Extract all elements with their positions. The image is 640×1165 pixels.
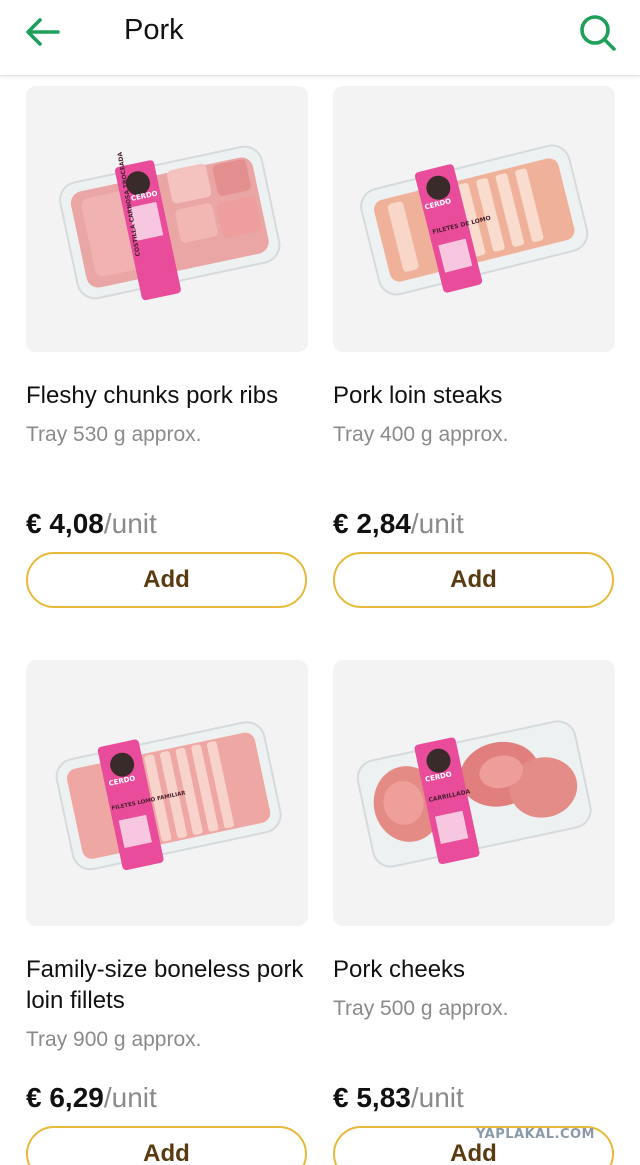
product-image[interactable]: COSTILLA CARNOSA TROCEADA CERDO — [26, 86, 308, 352]
product-weight: Tray 500 g approx. — [333, 997, 509, 1020]
product-name[interactable]: Family-size boneless pork loin fillets T… — [26, 954, 308, 1055]
product-title[interactable]: Pork cheeks — [333, 954, 615, 985]
product-price: € 2,84/unit — [333, 508, 464, 540]
product-title[interactable]: Fleshy chunks pork ribs — [26, 380, 308, 411]
product-image[interactable]: CARRILLADA CERDO — [333, 660, 615, 926]
add-to-cart-button[interactable]: Add — [26, 1126, 307, 1165]
back-button[interactable] — [22, 12, 64, 54]
price-unit: /unit — [410, 508, 464, 539]
product-title[interactable]: Family-size boneless pork loin fillets — [26, 954, 308, 1016]
price-unit: /unit — [103, 508, 157, 539]
product-image[interactable]: FILETES LOMO FAMILIAR CERDO — [26, 660, 308, 926]
page-title: Pork — [124, 14, 184, 46]
search-button[interactable] — [576, 10, 620, 54]
product-name[interactable]: Pork cheeks Tray 500 g approx. — [333, 954, 615, 1024]
search-icon — [580, 15, 616, 51]
product-price: € 5,83/unit — [333, 1082, 464, 1114]
product-price: € 4,08/unit — [26, 508, 157, 540]
product-weight: Tray 400 g approx. — [333, 423, 509, 446]
product-grid: COSTILLA CARNOSA TROCEADA CERDO Fleshy c… — [0, 76, 640, 1165]
product-name[interactable]: Pork loin steaks Tray 400 g approx. — [333, 380, 615, 450]
price-amount: € 6,29 — [26, 1082, 104, 1113]
product-name[interactable]: Fleshy chunks pork ribs Tray 530 g appro… — [26, 380, 308, 450]
product-price: € 6,29/unit — [26, 1082, 157, 1114]
price-amount: € 4,08 — [26, 508, 104, 539]
price-unit: /unit — [103, 1082, 157, 1113]
price-amount: € 5,83 — [333, 1082, 411, 1113]
add-to-cart-button[interactable]: Add — [333, 552, 614, 608]
arrow-left-icon — [26, 18, 60, 46]
top-app-bar: Pork — [0, 0, 640, 76]
add-to-cart-button[interactable]: Add — [26, 552, 307, 608]
product-weight: Tray 900 g approx. — [26, 1028, 202, 1051]
watermark: YAPLAKAL.COM — [476, 1127, 595, 1142]
product-image[interactable]: FILETES DE LOMO CERDO — [333, 86, 615, 352]
price-amount: € 2,84 — [333, 508, 411, 539]
product-weight: Tray 530 g approx. — [26, 423, 202, 446]
product-title[interactable]: Pork loin steaks — [333, 380, 615, 411]
price-unit: /unit — [410, 1082, 464, 1113]
